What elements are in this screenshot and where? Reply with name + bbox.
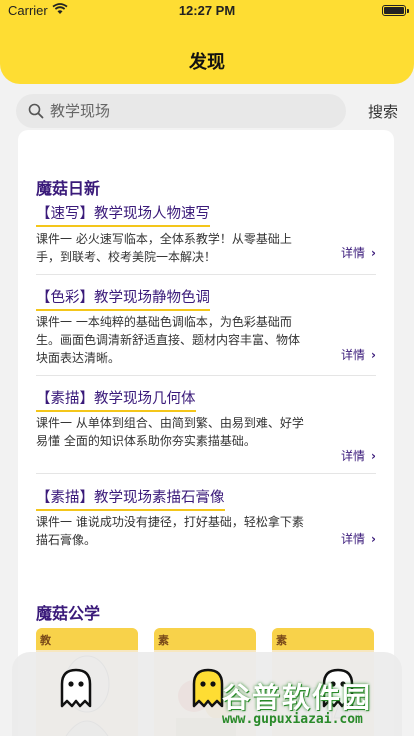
detail-link[interactable]: 详情 › [341,447,376,464]
list-item[interactable]: 【素描】教学现场几何体 课件一 从单体到组合、由简到繁、由易到难、好学易懂 全面… [36,387,376,475]
watermark-title: 谷普软件园 [222,681,373,714]
item-description: 课件一 从单体到组合、由简到繁、由易到难、好学易懂 全面的知识体系助你夯实素描基… [36,416,304,448]
search-input[interactable] [50,94,330,128]
list-item[interactable]: 【速写】教学现场人物速写 课件一 必火速写临本，全体系教学！从零基础上手，到联考… [36,202,376,270]
detail-link[interactable]: 详情 › [341,346,376,363]
chevron-right-icon: › [371,348,376,362]
header-bar: Carrier 12:27 PM 发现 [0,0,414,84]
item-title[interactable]: 【速写】教学现场人物速写 [36,202,210,227]
item-description: 课件一 一本纯粹的基础色调临本，为色彩基础而生。画面色调清新舒适直接、题材内容丰… [36,315,301,365]
divider [36,274,376,275]
search-box[interactable] [16,94,346,128]
divider [36,375,376,376]
search-row: 搜索 [16,94,398,128]
detail-link[interactable]: 详情 › [341,244,376,261]
detail-label: 详情 [341,246,366,260]
section-title-public: 魔菇公学 [36,604,101,623]
detail-label: 详情 [341,449,366,463]
detail-label: 详情 [341,348,366,362]
detail-label: 详情 [341,532,366,546]
page-title: 发现 [189,52,225,73]
item-title[interactable]: 【素描】教学现场几何体 [36,387,196,412]
item-description: 课件一 谁说成功没有捷径，打好基础，轻松拿下素描石膏像。 [36,515,304,547]
divider [36,473,376,474]
chevron-right-icon: › [371,532,376,546]
status-time: 12:27 PM [178,3,236,18]
status-bar: Carrier 12:27 PM [0,0,414,22]
thumbnail-label: 教 [40,634,51,647]
section-title-daily: 魔菇日新 [36,179,101,198]
thumbnail-label: 素 [276,634,287,647]
chevron-right-icon: › [371,246,376,260]
list-item[interactable]: 【色彩】教学现场静物色调 课件一 一本纯粹的基础色调临本，为色彩基础而生。画面色… [36,286,376,374]
item-description: 课件一 必火速写临本，全体系教学！从零基础上手，到联考、校考美院一本解决！ [36,232,292,264]
chevron-right-icon: › [371,449,376,463]
list-item[interactable]: 【素描】教学现场素描石膏像 课件一 谁说成功没有捷径，打好基础，轻松拿下素描石膏… [36,486,376,556]
item-title[interactable]: 【素描】教学现场素描石膏像 [36,486,225,511]
detail-link[interactable]: 详情 › [341,530,376,547]
thumbnail-label: 素 [158,634,169,647]
item-title[interactable]: 【色彩】教学现场静物色调 [36,286,210,311]
watermark-url: www.gupuxiazai.com [222,712,363,727]
ghost-outline-icon[interactable] [56,666,96,710]
search-icon [28,103,44,119]
search-button[interactable]: 搜索 [368,101,398,122]
content-card: 魔菇日新 【速写】教学现场人物速写 课件一 必火速写临本，全体系教学！从零基础上… [18,130,394,736]
battery-icon [382,5,409,16]
watermark: 谷普软件园 www.gupuxiazai.com [222,676,412,734]
